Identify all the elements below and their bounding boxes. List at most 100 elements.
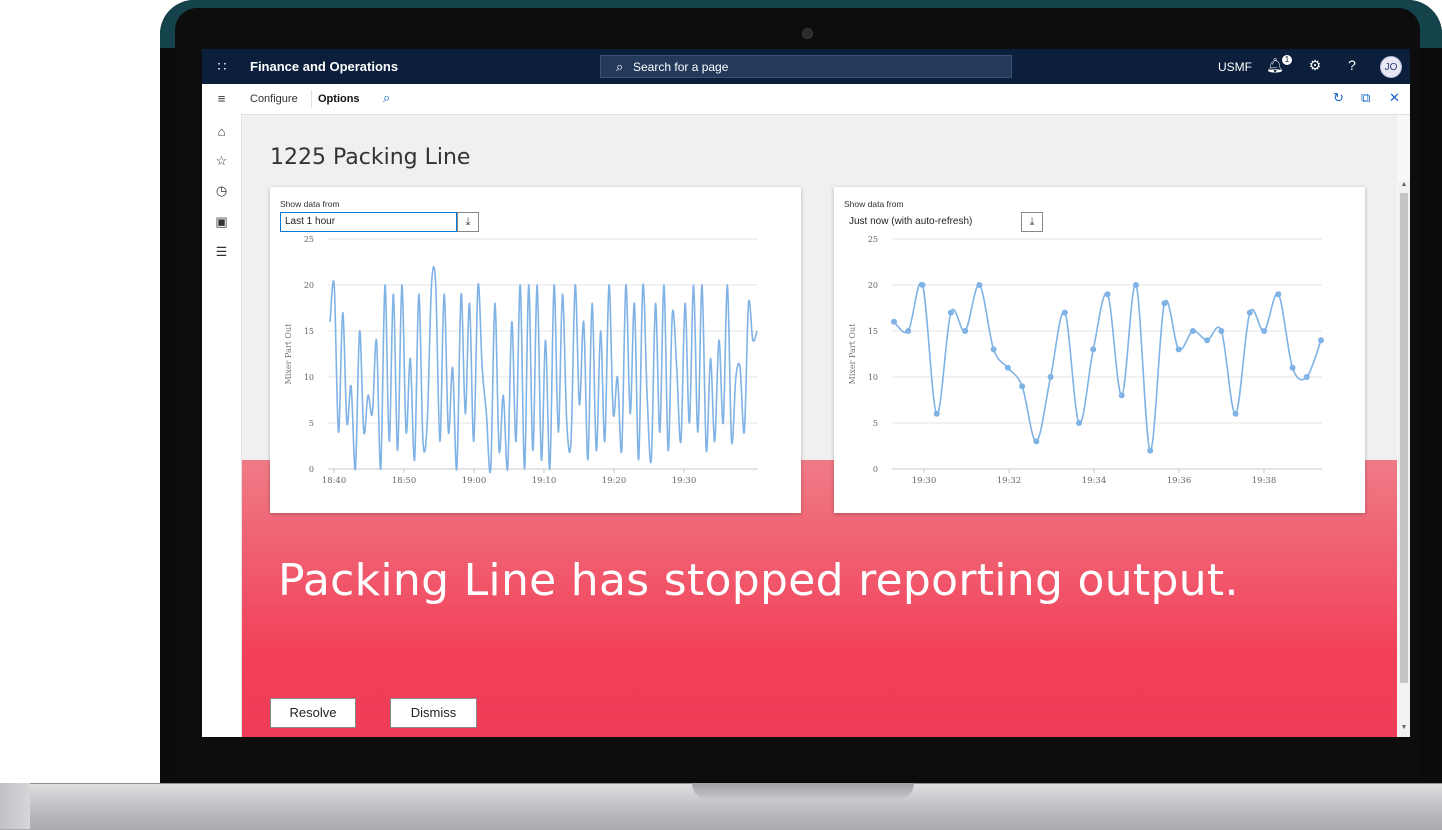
navigation-pane: ≡ ⌂ ☆ ◷ ▣ ☰ [202, 84, 242, 737]
y-tick-label: 25 [868, 235, 878, 244]
action-pane: Configure Options ⌕ ↻ ⧉ ✕ [241, 84, 1410, 115]
action-separator [311, 90, 312, 108]
recent-icon[interactable]: ◷ [202, 183, 241, 199]
line-chart-just-now: 0 5 10 15 20 25 Mixer Part Out 19:30 19:32 19:34 1… [848, 235, 1324, 486]
x-tick-label: 19:10 [532, 476, 557, 486]
configure-tab[interactable]: Configure [250, 93, 298, 105]
x-tick-label: 19:30 [912, 476, 937, 486]
search-input[interactable]: ⌕ Search for a page [600, 55, 1012, 78]
y-axis-label: Mixer Part Out [284, 323, 293, 384]
y-tick-label: 5 [309, 419, 314, 428]
data-point [905, 328, 912, 334]
app-screen: ∷ Finance and Operations ⌕ Search for a … [202, 49, 1410, 737]
app-launcher-icon[interactable]: ∷ [214, 58, 230, 74]
data-point [1118, 392, 1125, 399]
data-point [1303, 374, 1310, 380]
chart-card-last-hour: Show data from Last 1 hour ⤓ 0 5 10 15 20 25 M… [270, 187, 801, 513]
data-point [891, 318, 897, 325]
x-tick-label: 18:40 [322, 476, 347, 486]
data-point [1061, 309, 1068, 316]
app-title[interactable]: Finance and Operations [250, 59, 398, 74]
data-point [1318, 337, 1324, 344]
search-placeholder: Search for a page [633, 60, 729, 74]
data-point [1218, 328, 1225, 334]
settings-gear-icon[interactable]: ⚙ [1306, 57, 1324, 74]
vertical-scrollbar[interactable]: ▲ ▼ [1398, 181, 1410, 737]
open-in-new-window-icon[interactable]: ⧉ [1361, 90, 1370, 106]
data-point [1090, 346, 1097, 353]
workspace-content: 1225 Packing Line Show data from Last 1 … [242, 115, 1397, 737]
data-point [1033, 438, 1040, 445]
y-axis-label: Mixer Part Out [848, 323, 857, 384]
y-tick-label: 15 [304, 327, 314, 336]
data-point [1076, 420, 1083, 426]
filter-label: Show data from [844, 199, 904, 209]
data-point [1204, 337, 1211, 344]
data-point [1132, 282, 1139, 288]
company-picker[interactable]: USMF [1218, 60, 1252, 74]
y-tick-label: 10 [868, 373, 878, 382]
camera-icon [802, 28, 813, 39]
data-point [1189, 328, 1196, 334]
data-point [1261, 328, 1268, 334]
data-point [1019, 383, 1026, 390]
y-tick-label: 0 [873, 465, 878, 474]
data-point [1147, 447, 1154, 454]
x-tick-label: 19:38 [1252, 476, 1277, 486]
scroll-down-icon[interactable]: ▼ [1398, 724, 1410, 731]
user-avatar[interactable]: JO [1380, 56, 1402, 78]
y-tick-label: 0 [309, 465, 314, 474]
scroll-up-icon[interactable]: ▲ [1398, 181, 1410, 188]
x-tick-label: 18:50 [392, 476, 417, 486]
refresh-icon[interactable]: ↻ [1333, 90, 1344, 106]
options-tab[interactable]: Options [318, 93, 360, 105]
x-tick-label: 19:36 [1167, 476, 1192, 486]
data-point [919, 282, 926, 288]
line-chart-last-hour: 0 5 10 15 20 25 Mixer Part Out 18:40 18:50 19:00 1… [284, 235, 758, 486]
y-tick-label: 10 [304, 373, 314, 382]
y-tick-label: 15 [868, 327, 878, 336]
x-tick-label: 19:20 [602, 476, 627, 486]
data-point [962, 328, 969, 334]
help-icon[interactable]: ? [1343, 57, 1361, 73]
x-tick-label: 19:34 [1082, 476, 1107, 486]
home-icon[interactable]: ⌂ [202, 124, 241, 139]
search-icon: ⌕ [616, 59, 624, 74]
data-point [1104, 291, 1111, 298]
menu-icon[interactable]: ≡ [202, 91, 241, 106]
workspaces-icon[interactable]: ▣ [202, 214, 241, 230]
action-search-icon[interactable]: ⌕ [383, 90, 390, 106]
data-point [1004, 364, 1011, 371]
series-line [893, 281, 1322, 452]
favorites-icon[interactable]: ☆ [202, 153, 241, 169]
data-point [1161, 300, 1168, 307]
modules-icon[interactable]: ☰ [202, 244, 241, 260]
data-point [1175, 346, 1182, 353]
data-point [933, 410, 940, 417]
scroll-thumb[interactable] [1400, 193, 1408, 683]
data-point [1275, 291, 1282, 298]
y-tick-label: 20 [868, 281, 878, 290]
data-point [976, 282, 983, 288]
data-point [1232, 410, 1239, 417]
top-navigation-bar: ∷ Finance and Operations ⌕ Search for a … [202, 49, 1410, 84]
laptop-base-edge [0, 783, 30, 829]
y-tick-label: 20 [304, 281, 314, 290]
data-point [990, 346, 997, 353]
x-tick-label: 19:30 [672, 476, 697, 486]
x-tick-label: 19:00 [462, 476, 487, 486]
filter-label: Show data from [280, 199, 340, 209]
chart-card-just-now: Show data from Just now (with auto-refre… [834, 187, 1365, 513]
x-tick-label: 19:32 [997, 476, 1022, 486]
close-icon[interactable]: ✕ [1389, 90, 1400, 106]
data-point [1047, 374, 1054, 380]
data-point [947, 309, 954, 316]
dismiss-button[interactable]: Dismiss [390, 698, 477, 728]
page-title: 1225 Packing Line [270, 145, 471, 170]
series-line [329, 265, 758, 474]
y-tick-label: 25 [304, 235, 314, 244]
data-point [1289, 364, 1296, 371]
laptop-notch [692, 783, 914, 800]
y-tick-label: 5 [873, 419, 878, 428]
resolve-button[interactable]: Resolve [270, 698, 356, 728]
